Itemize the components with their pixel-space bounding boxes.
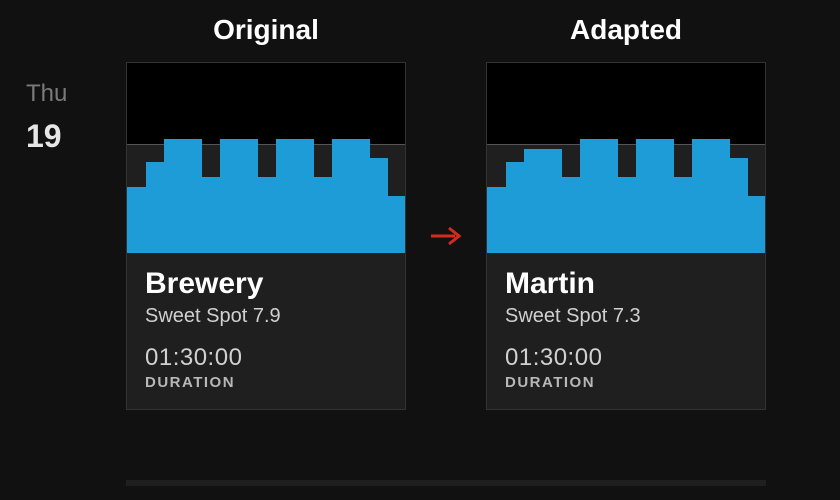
workout-duration: 01:30:00 <box>505 344 747 372</box>
day-number: 19 <box>26 118 67 155</box>
workout-subtitle: Sweet Spot 7.9 <box>145 305 387 328</box>
workout-duration: 01:30:00 <box>145 344 387 372</box>
workout-card-original[interactable]: Brewery Sweet Spot 7.9 01:30:00 DURATION <box>126 62 406 410</box>
day-abbr: Thu <box>26 80 67 108</box>
next-card-peek <box>126 480 766 486</box>
workout-duration-label: DURATION <box>505 374 747 391</box>
column-header-original: Original <box>126 14 406 46</box>
workout-subtitle: Sweet Spot 7.3 <box>505 305 747 328</box>
date-column: Thu 19 <box>26 80 67 155</box>
workout-title: Martin <box>505 267 747 301</box>
workout-title: Brewery <box>145 267 387 301</box>
workout-chart-original <box>127 63 405 253</box>
workout-card-adapted[interactable]: Martin Sweet Spot 7.3 01:30:00 DURATION <box>486 62 766 410</box>
arrow-icon <box>406 225 486 247</box>
column-header-adapted: Adapted <box>486 14 766 46</box>
workout-chart-adapted <box>487 63 765 253</box>
workout-duration-label: DURATION <box>145 374 387 391</box>
